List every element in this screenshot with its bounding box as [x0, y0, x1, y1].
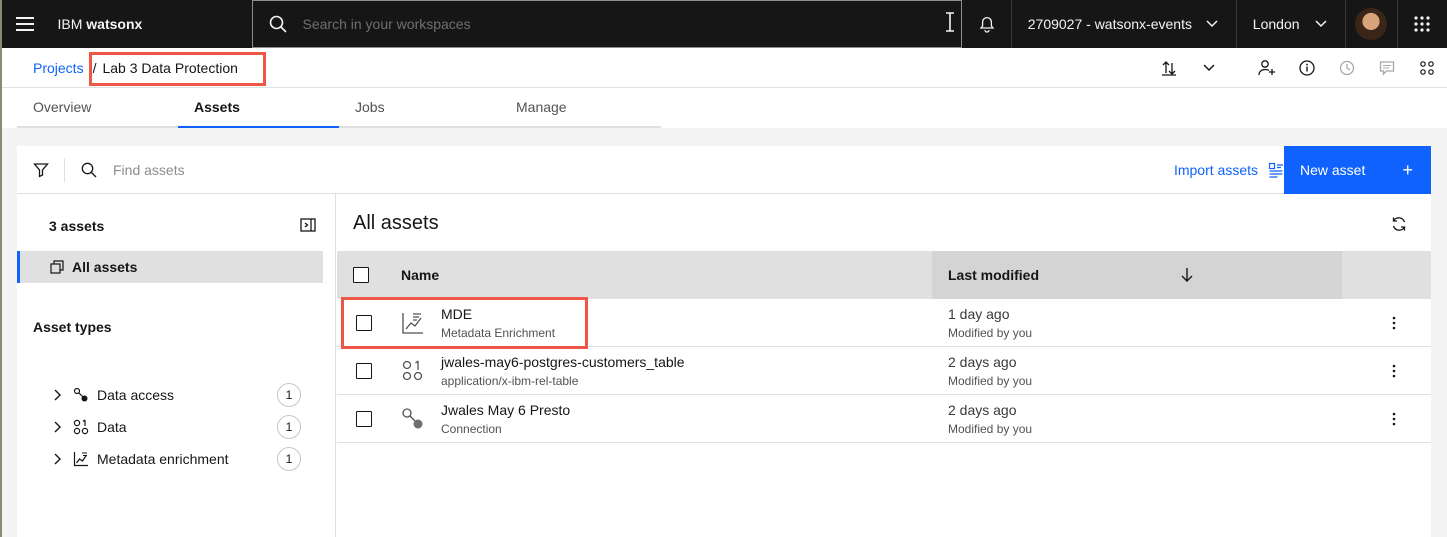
search-icon: [253, 15, 303, 33]
sidebar-item-data[interactable]: Data 1: [51, 415, 301, 439]
asset-modified-date: 2 days ago: [948, 402, 1017, 418]
import-icon: [1268, 162, 1283, 178]
text-cursor-icon: [945, 12, 955, 32]
brand-product: watsonx: [86, 16, 143, 32]
add-icon: +: [1402, 159, 1413, 180]
import-assets-button[interactable]: Import assets: [1174, 146, 1284, 194]
region-name: London: [1252, 16, 1300, 32]
avatar: [1355, 8, 1388, 40]
chevron-right-icon: [54, 421, 61, 433]
chevron-down-icon: [1206, 20, 1218, 28]
chevron-right-icon: [54, 389, 61, 401]
sidebar-item-label: All assets: [72, 259, 138, 275]
table-header: Name Last modified: [337, 251, 1431, 299]
asset-modified-date: 2 days ago: [948, 354, 1017, 370]
assets-card: Import assets New asset + 3 assets All a…: [17, 146, 1431, 537]
chevron-down-icon: [1315, 20, 1327, 28]
info-icon[interactable]: [1287, 48, 1327, 88]
project-toolbar: [1149, 48, 1447, 88]
data-table-icon: [401, 359, 425, 383]
connection-icon: [73, 387, 88, 402]
tab-overview[interactable]: Overview: [17, 88, 178, 128]
highlight-box: [89, 52, 266, 86]
history-icon[interactable]: [1327, 48, 1367, 88]
overflow-menu-icon[interactable]: [1382, 311, 1406, 335]
menu-icon[interactable]: [0, 0, 50, 48]
tab-jobs[interactable]: Jobs: [339, 88, 500, 128]
find-assets[interactable]: [65, 161, 613, 178]
asset-types-title: Asset types: [33, 319, 112, 335]
sidebar-item-label: Metadata enrichment: [97, 451, 229, 467]
window-edge: [0, 0, 2, 537]
copy-icon: [50, 260, 64, 274]
filter-icon[interactable]: [17, 157, 65, 182]
account-name: 2709027 - watsonx-events: [1027, 16, 1192, 32]
column-header-last-modified[interactable]: Last modified: [932, 251, 1342, 299]
asset-modified-date: 1 day ago: [948, 306, 1010, 322]
highlight-box: [341, 297, 588, 349]
assets-list-panel: All assets Name Last modified MDE Metada…: [337, 194, 1431, 537]
manage-apps-icon[interactable]: [1407, 48, 1447, 88]
chevron-down-icon[interactable]: [1189, 48, 1229, 88]
assets-toolbar: Import assets New asset +: [17, 146, 1431, 194]
global-search[interactable]: [251, 0, 963, 48]
brand-prefix: IBM: [57, 16, 83, 32]
asset-modified-by: Modified by you: [948, 422, 1033, 436]
sidebar-item-data-access[interactable]: Data access 1: [51, 383, 301, 407]
collapse-panel-icon[interactable]: [300, 217, 316, 233]
global-search-input[interactable]: [302, 16, 943, 32]
column-header-label: Last modified: [948, 267, 1040, 283]
chevron-right-icon: [54, 453, 61, 465]
asset-type: Connection: [441, 422, 502, 436]
data-icon: [73, 419, 89, 435]
search-icon: [81, 162, 97, 177]
asset-modified-by: Modified by you: [948, 374, 1033, 388]
count-badge: 1: [277, 415, 301, 439]
sidebar-item-all-assets[interactable]: All assets: [17, 251, 323, 283]
asset-type: application/x-ibm-rel-table: [441, 374, 579, 388]
select-all-checkbox[interactable]: [337, 267, 385, 283]
sort-descending-icon: [1181, 268, 1193, 282]
page-title: All assets: [353, 212, 439, 234]
connection-icon: [401, 407, 425, 431]
account-switcher[interactable]: 2709027 - watsonx-events: [1012, 0, 1237, 48]
tab-assets[interactable]: Assets: [178, 88, 339, 128]
app-switcher-icon[interactable]: [1398, 0, 1447, 48]
overflow-menu-icon[interactable]: [1382, 359, 1406, 383]
column-header-name[interactable]: Name: [385, 267, 932, 283]
project-tabs: Overview Assets Jobs Manage: [17, 88, 661, 128]
breadcrumb-projects-link[interactable]: Projects: [33, 60, 84, 76]
asset-name[interactable]: jwales-may6-postgres-customers_table: [441, 354, 685, 370]
row-checkbox[interactable]: [356, 411, 372, 427]
table-row[interactable]: jwales-may6-postgres-customers_table app…: [337, 347, 1431, 395]
comments-icon[interactable]: [1367, 48, 1407, 88]
add-collaborator-icon[interactable]: [1247, 48, 1287, 88]
import-assets-label: Import assets: [1173, 162, 1258, 178]
tab-manage[interactable]: Manage: [500, 88, 661, 128]
brand-name[interactable]: IBM watsonx: [50, 0, 252, 48]
count-badge: 1: [277, 447, 301, 471]
sync-icon[interactable]: [1149, 48, 1189, 88]
find-assets-input[interactable]: [113, 161, 613, 178]
refresh-icon[interactable]: [1391, 216, 1407, 232]
asset-modified-by: Modified by you: [948, 326, 1033, 340]
new-asset-label: New asset: [1300, 162, 1366, 178]
new-asset-button[interactable]: New asset +: [1284, 146, 1431, 194]
user-profile[interactable]: [1346, 0, 1398, 48]
chart-icon: [73, 452, 88, 467]
row-checkbox[interactable]: [356, 363, 372, 379]
notifications-icon[interactable]: [962, 0, 1012, 48]
sidebar-item-label: Data access: [97, 387, 175, 403]
top-header: IBM watsonx 2709027 - watsonx-events Lon…: [0, 0, 1447, 48]
overflow-menu-icon[interactable]: [1382, 407, 1406, 431]
asset-types-panel: 3 assets All assets Asset types Data acc…: [17, 194, 336, 537]
count-badge: 1: [277, 383, 301, 407]
sidebar-item-label: Data: [97, 419, 127, 435]
breadcrumb-bar: Projects / Lab 3 Data Protection: [0, 48, 1447, 88]
asset-name[interactable]: Jwales May 6 Presto: [441, 402, 570, 418]
region-switcher[interactable]: London: [1237, 0, 1347, 48]
asset-count: 3 assets: [49, 218, 105, 234]
table-row[interactable]: Jwales May 6 Presto Connection 2 days ag…: [337, 395, 1431, 443]
sidebar-item-metadata-enrichment[interactable]: Metadata enrichment 1: [51, 447, 301, 471]
